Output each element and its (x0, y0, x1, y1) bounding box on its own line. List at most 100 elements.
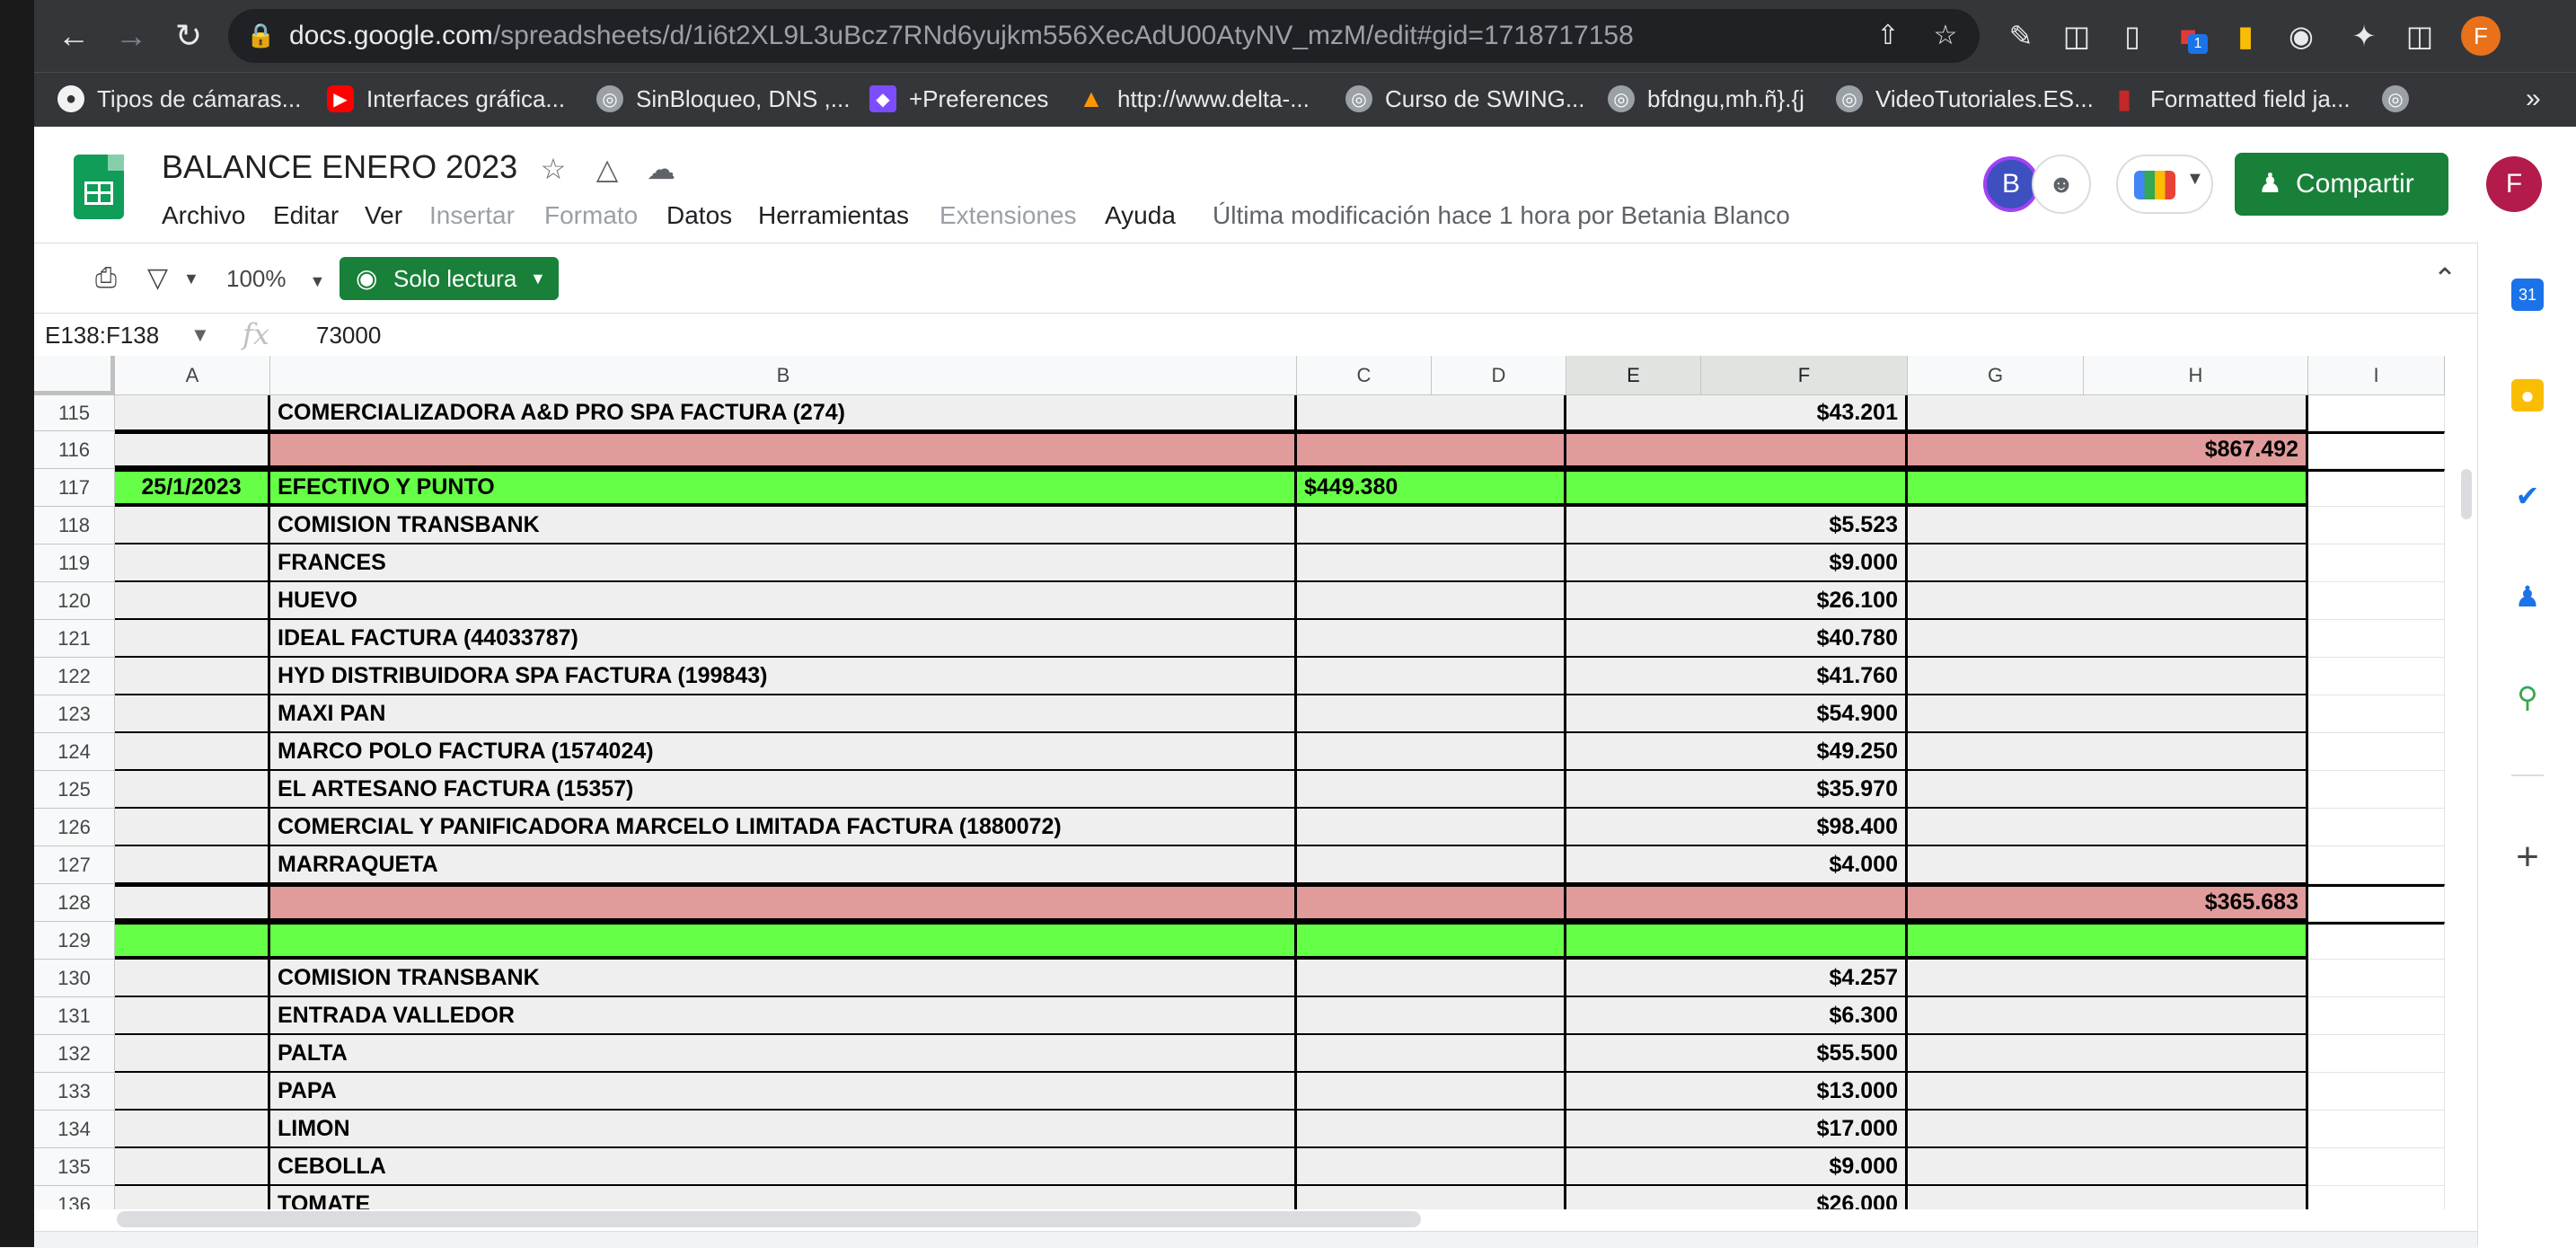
cell-a[interactable] (115, 846, 270, 884)
cloud-status-icon[interactable]: ☁ (643, 151, 679, 187)
last-edit-link[interactable]: Última modificación hace 1 hora por Beta… (1213, 199, 1790, 232)
row-header[interactable]: 135 (34, 1148, 115, 1186)
cell-a[interactable] (115, 395, 270, 431)
cell-i[interactable] (2308, 582, 2445, 620)
menu-herramientas[interactable]: Herramientas (758, 199, 909, 232)
account-avatar[interactable]: F (2486, 156, 2542, 212)
cell-a[interactable] (115, 884, 270, 922)
spreadsheet-grid[interactable]: A B C D E F G H I 115 COMERCIALIZADORA A&D PRO SPA… (34, 356, 2475, 1209)
vertical-scrollbar[interactable] (2461, 469, 2472, 519)
cell-h[interactable] (1908, 620, 2308, 658)
column-header-c[interactable]: C (1297, 356, 1432, 395)
cell-c[interactable] (1297, 431, 1566, 469)
bookmark-item[interactable]: ◎ SinBloqueo, DNS ,... (596, 83, 850, 115)
cell-b[interactable]: HYD DISTRIBUIDORA SPA FACTURA (199843) (270, 658, 1297, 695)
cell-i[interactable] (2308, 507, 2445, 544)
cell-h[interactable] (1908, 507, 2308, 544)
forward-button[interactable]: → (108, 13, 154, 59)
document-title[interactable]: BALANCE ENERO 2023 (162, 147, 517, 187)
cell-f[interactable]: $6.300 (1566, 997, 1908, 1035)
menu-editar[interactable]: Editar (273, 199, 339, 232)
cell-b[interactable] (270, 431, 1297, 469)
cell-a[interactable] (115, 733, 270, 771)
cell-a[interactable] (115, 658, 270, 695)
cell-h[interactable] (1908, 695, 2308, 733)
cell-f[interactable]: $41.760 (1566, 658, 1908, 695)
cell-b[interactable]: IDEAL FACTURA (44033787) (270, 620, 1297, 658)
row-header[interactable]: 126 (34, 809, 115, 846)
column-header-f[interactable]: F (1701, 356, 1908, 395)
column-header-a[interactable]: A (115, 356, 270, 395)
cell-a[interactable] (115, 1035, 270, 1073)
star-icon[interactable]: ☆ (535, 151, 571, 187)
cell-f[interactable] (1566, 922, 1908, 960)
reload-button[interactable]: ↻ (165, 13, 212, 59)
cell-a[interactable] (115, 922, 270, 960)
row-header[interactable]: 134 (34, 1111, 115, 1148)
print-icon[interactable]: ⎙ (95, 261, 117, 297)
show-collaborators-icon[interactable]: ☻ (2032, 155, 2091, 214)
chevron-down-icon[interactable]: ▼ (190, 320, 210, 350)
bookmark-item[interactable]: ◆ +Preferences (869, 83, 1048, 115)
cell-b[interactable]: TOMATE (270, 1186, 1297, 1209)
cell-h[interactable] (1908, 922, 2308, 960)
address-bar[interactable]: 🔒 docs.google.com/spreadsheets/d/1i6t2XL… (228, 9, 1980, 63)
row-header[interactable]: 125 (34, 771, 115, 809)
cell-c[interactable] (1297, 846, 1566, 884)
cell-f[interactable]: $43.201 (1566, 395, 1908, 431)
cell-c[interactable] (1297, 1073, 1566, 1111)
cell-b[interactable]: ENTRADA VALLEDOR (270, 997, 1297, 1035)
cell-b[interactable]: MARRAQUETA (270, 846, 1297, 884)
inbox-extension-icon[interactable]: ■ 1 (2168, 16, 2208, 56)
tasks-icon[interactable]: ✔ (2511, 480, 2544, 512)
more-bookmarks-button[interactable]: » (2526, 83, 2541, 115)
filter-dropdown-icon[interactable]: ▼ (183, 261, 199, 297)
url-text[interactable]: docs.google.com/spreadsheets/d/1i6t2XL9L… (289, 20, 1634, 52)
cell-c[interactable] (1297, 1148, 1566, 1186)
bookmark-star-icon[interactable]: ☆ (1929, 20, 1962, 52)
cell-c[interactable] (1297, 884, 1566, 922)
menu-ver[interactable]: Ver (365, 199, 402, 232)
cell-c[interactable] (1297, 960, 1566, 997)
bookmark-item[interactable]: ▶ Interfaces gráfica... (327, 83, 565, 115)
cell-i[interactable] (2308, 544, 2445, 582)
cell-h[interactable] (1908, 1073, 2308, 1111)
horizontal-scrollbar[interactable] (117, 1211, 1421, 1227)
cell-i[interactable] (2308, 695, 2445, 733)
cell-b[interactable]: COMISION TRANSBANK (270, 507, 1297, 544)
cell-h[interactable]: $867.492 (1908, 431, 2308, 469)
move-to-drive-icon[interactable]: △ (589, 151, 625, 187)
collapse-menus-icon[interactable]: ⌃ (2427, 261, 2463, 297)
bookmark-item[interactable]: ▮ Formatted field ja... (2111, 83, 2351, 115)
row-header[interactable]: 136 (34, 1186, 115, 1209)
cell-h[interactable] (1908, 658, 2308, 695)
row-header[interactable]: 120 (34, 582, 115, 620)
cell-i[interactable] (2308, 1111, 2445, 1148)
cell-c[interactable] (1297, 582, 1566, 620)
cell-f[interactable]: $54.900 (1566, 695, 1908, 733)
cell-b[interactable]: HUEVO (270, 582, 1297, 620)
cell-b[interactable]: MARCO POLO FACTURA (1574024) (270, 733, 1297, 771)
cell-a[interactable] (115, 544, 270, 582)
row-header[interactable]: 124 (34, 733, 115, 771)
cell-a[interactable]: 25/1/2023 (115, 469, 270, 507)
bookmark-item[interactable]: ◎ (2382, 83, 2422, 115)
zoom-select[interactable]: 100% ▼ (226, 262, 325, 297)
cell-a[interactable] (115, 960, 270, 997)
cell-a[interactable] (115, 809, 270, 846)
cell-i[interactable] (2308, 809, 2445, 846)
cell-h[interactable] (1908, 1111, 2308, 1148)
folder-extension-icon[interactable]: ▮ (2226, 16, 2265, 56)
sheets-logo[interactable] (74, 155, 124, 219)
cell-c[interactable] (1297, 507, 1566, 544)
cell-c[interactable] (1297, 1186, 1566, 1209)
calendar-icon[interactable]: 31 (2511, 279, 2544, 311)
cell-a[interactable] (115, 582, 270, 620)
row-header[interactable]: 133 (34, 1073, 115, 1111)
cell-c[interactable] (1297, 733, 1566, 771)
cell-h[interactable] (1908, 809, 2308, 846)
cell-f[interactable]: $98.400 (1566, 809, 1908, 846)
row-header[interactable]: 130 (34, 960, 115, 997)
cell-b[interactable]: PAPA (270, 1073, 1297, 1111)
cell-f[interactable]: $5.523 (1566, 507, 1908, 544)
